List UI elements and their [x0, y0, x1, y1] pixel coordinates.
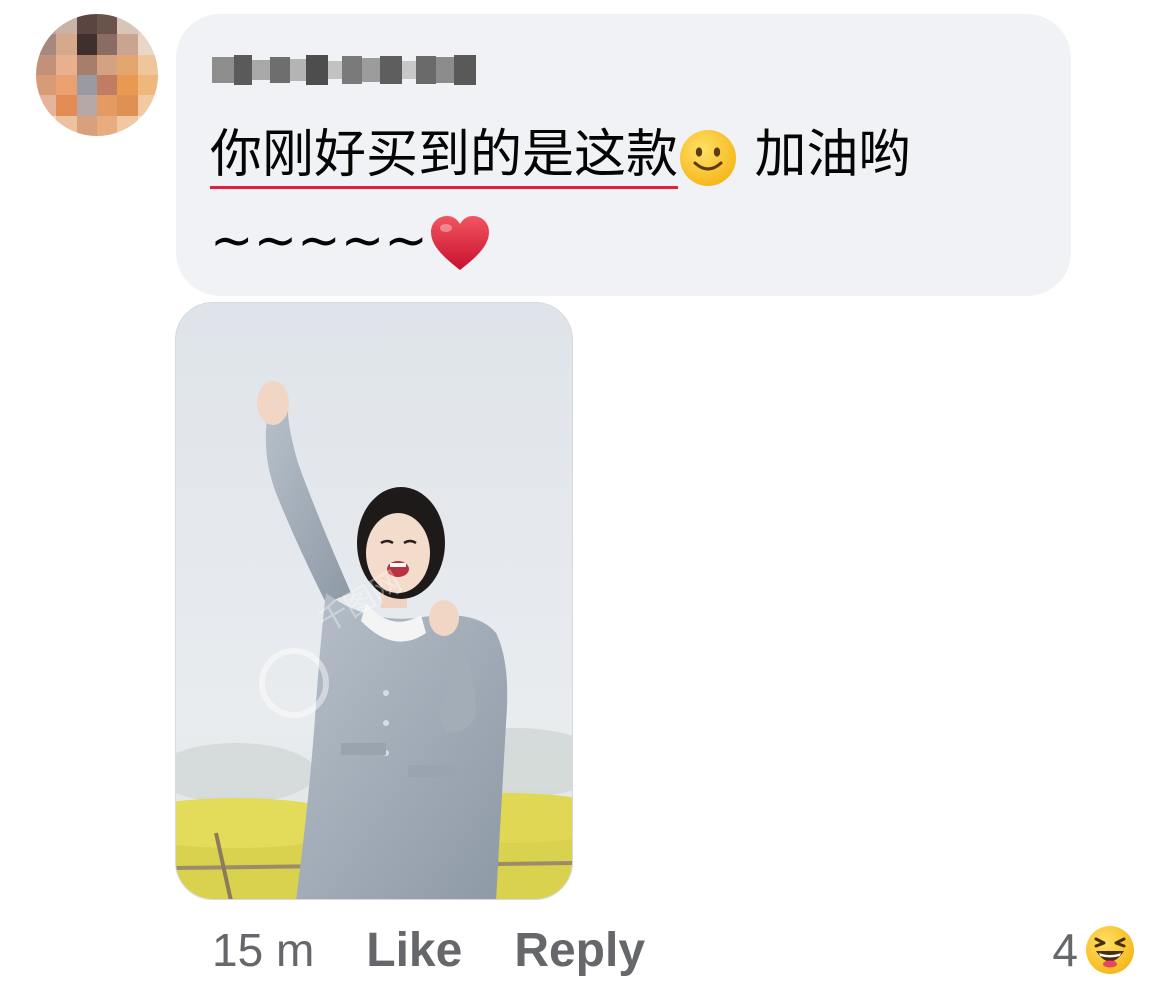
photo-woman-cheering: 千图网: [176, 303, 572, 899]
reaction-summary[interactable]: 4: [1052, 918, 1136, 982]
like-button[interactable]: Like: [366, 923, 462, 978]
comment-bubble: 你刚好买到的是这款 加油哟 ~~~~~: [176, 14, 1071, 296]
attached-photo[interactable]: 千图网: [175, 302, 573, 900]
avatar[interactable]: [36, 14, 158, 136]
avatar-pixelated-image: [36, 14, 158, 136]
author-name-blurred[interactable]: [212, 48, 476, 92]
laughing-face-icon: [1086, 926, 1134, 974]
comment-text-rest: 加油哟: [738, 125, 911, 185]
red-heart-icon: [430, 216, 489, 270]
comment-actions: 15 m Like Reply: [212, 918, 697, 982]
reply-button[interactable]: Reply: [514, 923, 645, 978]
comment-text: 你刚好买到的是这款 加油哟 ~~~~~: [210, 112, 1050, 284]
reaction-count: 4: [1052, 924, 1078, 976]
comment-text-line2: ~~~~~: [210, 211, 428, 271]
comment-text-underlined: 你刚好买到的是这款: [210, 125, 679, 185]
comment-timestamp[interactable]: 15 m: [212, 923, 314, 977]
slightly-smiling-face-icon: [680, 130, 737, 186]
